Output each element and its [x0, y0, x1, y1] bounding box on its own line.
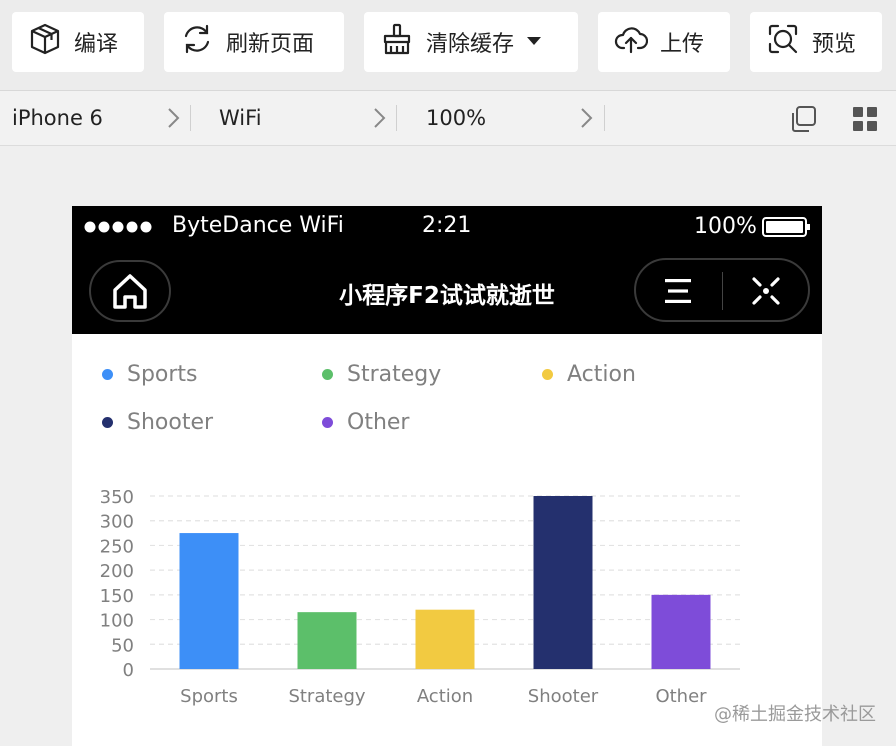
cloud-upload-icon [614, 22, 649, 62]
menu-capsule [634, 258, 810, 322]
y-tick-label: 100 [100, 611, 134, 632]
clear-cache-button[interactable]: 清除缓存 [364, 12, 578, 72]
capsule-divider [722, 272, 723, 310]
status-time: 2:21 [422, 213, 472, 238]
preview-label: 预览 [812, 32, 857, 57]
bar [415, 609, 475, 669]
watermark: @稀土掘金技术社区 [714, 704, 876, 725]
legend-item[interactable]: Strategy [322, 362, 441, 387]
preview-icon [766, 22, 800, 62]
y-tick-label: 150 [100, 586, 134, 607]
x-tick-label: Sports [180, 686, 238, 707]
status-bar: ByteDance WiFi 2:21 100% [72, 206, 822, 248]
x-tick-label: Strategy [288, 686, 365, 707]
zoom-label: 100% [426, 106, 487, 130]
copy-window-icon[interactable] [788, 104, 818, 134]
x-tick-label: Action [417, 686, 473, 707]
y-tick-label: 50 [111, 635, 134, 656]
x-tick-label: Other [655, 686, 707, 707]
legend-item[interactable]: Shooter [102, 410, 213, 435]
device-label: iPhone 6 [12, 106, 103, 130]
caret-down-icon [526, 30, 542, 55]
chart-legend: Sports Strategy Action Shooter Other [72, 334, 822, 454]
chevron-right-icon[interactable] [161, 106, 185, 130]
top-toolbar: 编译 刷新页面 清除缓存 上传 预览 [0, 0, 896, 91]
legend-dot [322, 417, 333, 428]
compile-label: 编译 [74, 32, 119, 57]
device-select[interactable]: iPhone 6 [12, 91, 103, 145]
y-tick-label: 200 [100, 561, 134, 582]
grid-icon[interactable] [852, 106, 878, 132]
y-tick-label: 350 [100, 487, 134, 508]
menu-icon[interactable] [663, 277, 693, 305]
refresh-button[interactable]: 刷新页面 [164, 12, 344, 72]
upload-button[interactable]: 上传 [598, 12, 730, 72]
y-tick-label: 0 [123, 660, 134, 681]
package-icon [28, 22, 62, 62]
refresh-icon [180, 22, 214, 62]
chevron-right-icon[interactable] [367, 106, 391, 130]
compile-button[interactable]: 编译 [12, 12, 144, 72]
legend-item[interactable]: Other [322, 410, 409, 435]
upload-label: 上传 [660, 32, 705, 57]
phone-simulator: ByteDance WiFi 2:21 100% 小程序F2试试就逝世 Spor… [72, 206, 822, 746]
legend-dot [542, 369, 553, 380]
y-tick-label: 300 [100, 512, 134, 533]
legend-item[interactable]: Action [542, 362, 636, 387]
close-mini-program-icon[interactable] [748, 274, 784, 308]
bar [297, 612, 357, 669]
carrier-label: ByteDance WiFi [172, 213, 344, 238]
broom-icon [380, 22, 414, 62]
legend-label: Strategy [347, 362, 442, 387]
refresh-label: 刷新页面 [226, 32, 315, 57]
bar [533, 496, 593, 669]
legend-item[interactable]: Sports [102, 362, 198, 387]
clear-cache-label: 清除缓存 [426, 32, 515, 57]
legend-dot [102, 417, 113, 428]
legend-dot [322, 369, 333, 380]
device-bar: iPhone 6 WiFi 100% [0, 91, 896, 146]
network-label: WiFi [219, 106, 262, 130]
legend-label: Other [347, 410, 410, 435]
x-tick-label: Shooter [528, 686, 599, 707]
zoom-select[interactable]: 100% [426, 91, 486, 145]
nav-bar: 小程序F2试试就逝世 [72, 248, 822, 334]
network-select[interactable]: WiFi [219, 91, 262, 145]
legend-dot [102, 369, 113, 380]
divider [396, 105, 397, 131]
legend-label: Shooter [127, 410, 214, 435]
legend-label: Action [567, 362, 636, 387]
signal-dots-icon [84, 221, 152, 233]
y-tick-label: 250 [100, 536, 134, 557]
battery-percent: 100% [694, 214, 757, 239]
bar [651, 594, 711, 669]
divider [604, 105, 605, 131]
battery-icon [762, 217, 810, 237]
bar [179, 533, 239, 669]
preview-button[interactable]: 预览 [750, 12, 882, 72]
bar-chart: 0 50 100 150 200 250 300 350 Sports Strategy Actio… [100, 487, 740, 707]
chevron-right-icon[interactable] [574, 106, 598, 130]
divider [190, 105, 191, 131]
legend-label: Sports [127, 362, 198, 387]
